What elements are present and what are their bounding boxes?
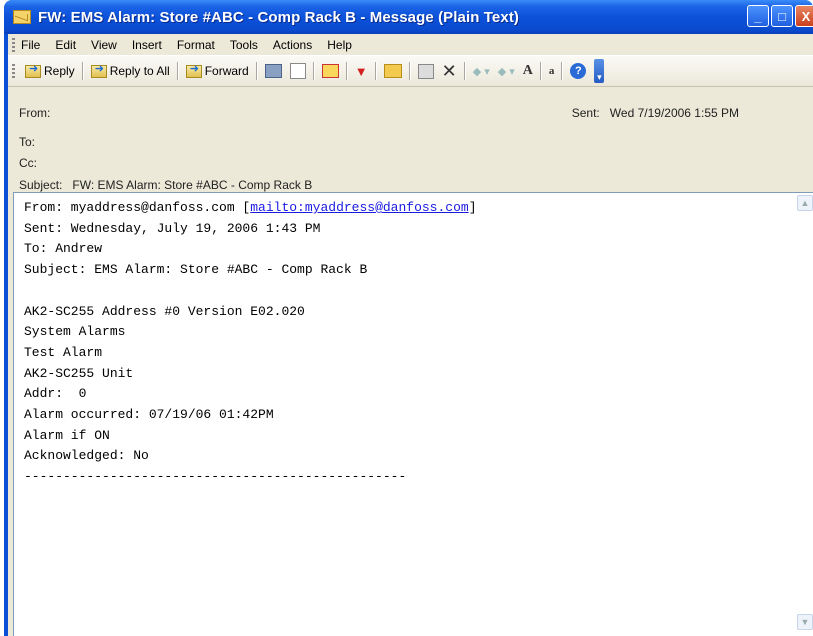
menu-grip-icon[interactable] [12,37,15,52]
body-line: System Alarms [24,324,126,340]
body-line: To: Andrew [24,241,103,257]
body-line: Sent: Wednesday, July 19, 2006 1:43 PM [24,220,321,236]
reply-button[interactable]: Reply [21,62,79,78]
scroll-down-button[interactable]: ▼ [797,614,813,630]
menu-tools[interactable]: Tools [230,38,258,52]
move-to-folder-icon [383,64,402,78]
encoding-button[interactable]: a [545,65,559,77]
message-window: FW: EMS Alarm: Store #ABC - Comp Rack B … [4,0,813,636]
menu-help[interactable]: Help [327,38,352,52]
font-size-button[interactable]: A [519,63,537,79]
forward-label: Forward [204,64,249,78]
toolbar-options-icon: ▾ [594,59,605,83]
encoding-icon: a [548,65,555,77]
minimize-button[interactable]: _ [747,5,769,27]
menu-insert[interactable]: Insert [132,38,162,52]
menu-file[interactable]: File [21,38,40,52]
maximize-button[interactable]: □ [771,5,793,27]
cc-label: Cc: [19,156,37,170]
body-line: AK2-SC255 Address #0 Version E02.020 [24,303,305,319]
body-line: Acknowledged: No [24,448,149,464]
toolbar-separator [255,62,258,80]
toolbar-separator [539,62,542,80]
next-item-button[interactable]: ◆ ▾ [494,65,519,78]
sent-field: Sent: Wed 7/19/2006 1:55 PM [572,106,739,120]
reply-all-button[interactable]: Reply to All [87,62,174,78]
previous-item-button[interactable]: ◆ ▾ [469,65,494,78]
sent-label: Sent: [571,106,600,120]
standard-toolbar: Reply Reply to All Forward ▼ ✕ [8,55,813,87]
mark-button[interactable] [318,64,343,78]
from-label: From: [19,106,51,120]
help-icon: ? [570,63,587,79]
toolbar-separator [176,62,179,80]
toolbar-separator [561,62,564,80]
copy-button[interactable] [286,63,310,79]
title-bar[interactable]: FW: EMS Alarm: Store #ABC - Comp Rack B … [4,0,813,34]
body-line: Alarm if ON [24,427,110,443]
menu-format[interactable]: Format [177,38,215,52]
mark-icon [321,64,339,78]
flag-icon: ▼ [354,63,368,79]
toolbar-grip-icon[interactable] [12,64,15,78]
toolbar-separator [345,62,348,80]
menu-view[interactable]: View [91,38,117,52]
delete-icon: ✕ [441,61,457,81]
copy-icon [289,63,306,79]
move-to-folder-button[interactable] [380,64,406,78]
previous-item-icon: ◆ ▾ [472,65,490,78]
rules-icon [417,63,434,79]
toolbar-options-button[interactable]: ▾ [590,59,608,83]
menu-bar: File Edit View Insert Format Tools Actio… [8,34,813,55]
sent-value: Wed 7/19/2006 1:55 PM [609,106,739,120]
body-line: ----------------------------------------… [24,469,407,485]
body-from-prefix: From: myaddress@danfoss.com [ [24,200,251,215]
toolbar-separator [408,62,411,80]
message-body[interactable]: From: myaddress@danfoss.com [mailto:myad… [13,192,813,636]
body-from-suffix: ] [468,200,477,215]
rules-button[interactable] [414,63,438,79]
scroll-up-button[interactable]: ▲ [797,195,813,211]
menu-edit[interactable]: Edit [55,38,76,52]
menu-actions[interactable]: Actions [273,38,312,52]
body-line: Addr: 0 [24,386,87,402]
body-line: Subject: EMS Alarm: Store #ABC - Comp Ra… [24,262,368,278]
body-line: Alarm occurred: 07/19/06 01:42PM [24,407,274,423]
flag-button[interactable]: ▼ [351,64,372,79]
reply-all-icon [90,62,107,78]
mailto-link[interactable]: mailto:myaddress@danfoss.com [250,200,468,215]
font-size-icon: A [522,63,533,78]
body-line: AK2-SC255 Unit [24,365,134,381]
client-area: File Edit View Insert Format Tools Actio… [8,34,813,636]
subject-label: Subject: [19,178,63,192]
subject-field: Subject: FW: EMS Alarm: Store #ABC - Com… [19,178,312,192]
subject-value: FW: EMS Alarm: Store #ABC - Comp Rack B [72,178,313,192]
reply-label: Reply [44,64,75,78]
close-button[interactable]: X [795,5,813,27]
next-item-icon: ◆ ▾ [497,65,515,78]
forward-button[interactable]: Forward [182,62,253,78]
help-button[interactable]: ? [566,63,590,79]
print-icon [264,64,282,78]
delete-button[interactable]: ✕ [438,61,461,81]
reply-all-label: Reply to All [109,64,170,78]
to-label: To: [19,135,36,149]
forward-icon [185,62,202,78]
toolbar-separator [374,62,377,80]
message-text[interactable]: From: myaddress@danfoss.com [mailto:myad… [24,198,477,488]
toolbar-separator [463,62,466,80]
print-button[interactable] [261,64,286,78]
toolbar-separator [81,62,84,80]
reply-icon [25,62,41,78]
envelope-icon [13,10,31,24]
body-line: Test Alarm [24,344,103,360]
toolbar-separator [312,62,315,80]
window-title: FW: EMS Alarm: Store #ABC - Comp Rack B … [38,8,520,26]
